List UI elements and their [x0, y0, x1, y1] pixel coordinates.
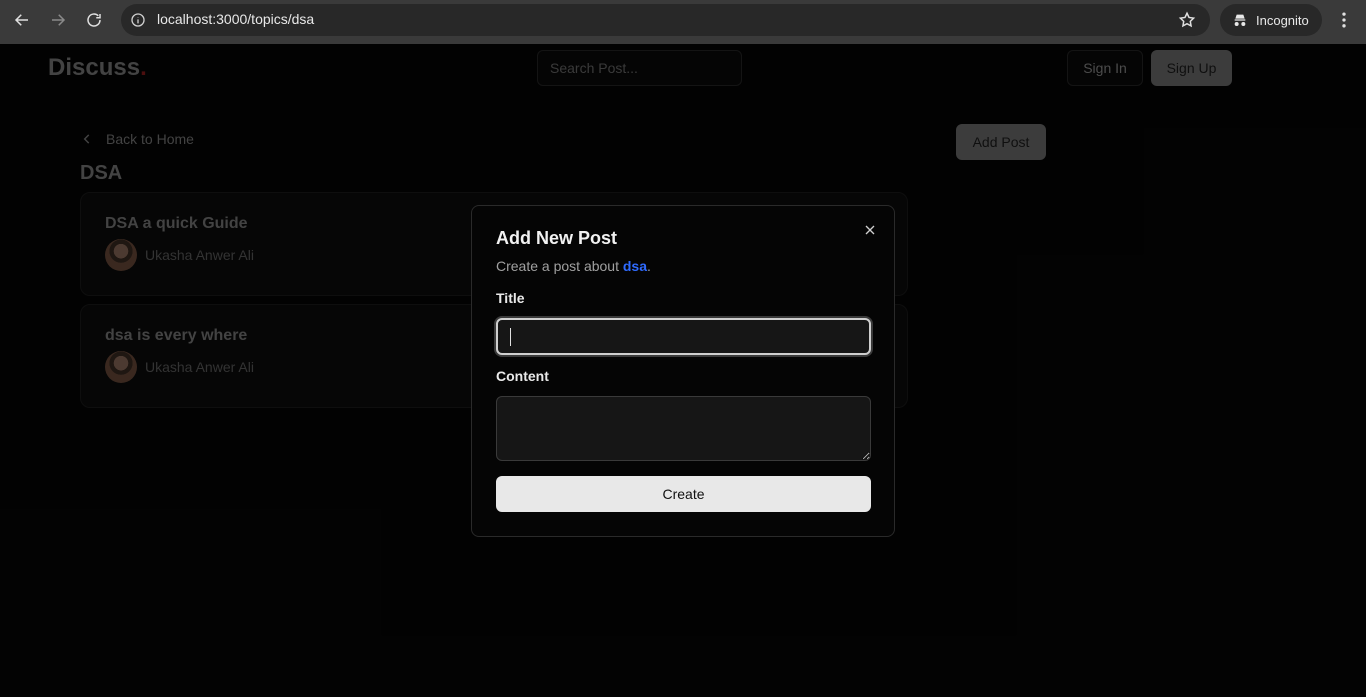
incognito-label: Incognito [1256, 12, 1309, 28]
address-bar[interactable]: localhost:3000/topics/dsa [121, 4, 1210, 36]
close-icon[interactable] [862, 222, 878, 238]
title-label: Title [496, 290, 525, 306]
dialog-description: Create a post about dsa. [496, 258, 651, 274]
dialog-description-prefix: Create a post about [496, 258, 623, 274]
dialog-topic-name: dsa [622, 258, 647, 274]
reload-icon[interactable] [82, 8, 106, 32]
back-arrow-icon[interactable] [10, 8, 34, 32]
incognito-icon [1234, 14, 1246, 26]
create-button[interactable]: Create [496, 476, 871, 512]
site-info-icon[interactable] [129, 11, 147, 29]
browser-menu-icon[interactable] [1334, 10, 1354, 30]
dialog-title: Add New Post [496, 228, 618, 248]
text-cursor [510, 328, 511, 346]
dialog-description-suffix: . [647, 258, 651, 274]
incognito-indicator[interactable]: Incognito [1220, 4, 1322, 36]
forward-arrow-icon[interactable] [46, 8, 70, 32]
browser-toolbar: localhost:3000/topics/dsa Incognito [0, 0, 1366, 44]
content-label: Content [496, 368, 549, 384]
add-post-dialog: Add New Post Create a post about dsa. Ti… [471, 205, 895, 537]
bookmark-star-icon[interactable] [1178, 11, 1196, 29]
url-text[interactable]: localhost:3000/topics/dsa [157, 11, 314, 27]
content-field[interactable] [496, 396, 871, 461]
title-field[interactable] [496, 318, 871, 355]
